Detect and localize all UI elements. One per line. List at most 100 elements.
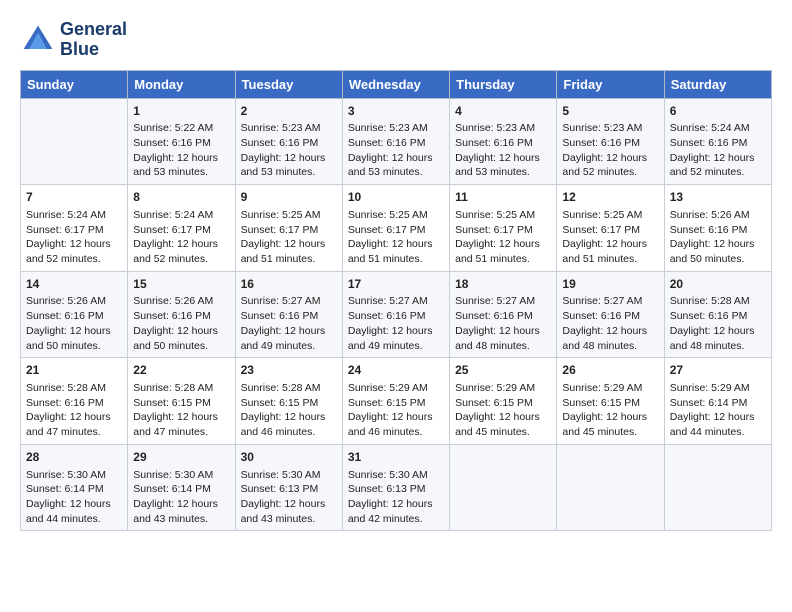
day-number: 4 bbox=[455, 103, 551, 120]
cell-4-6: 26 Sunrise: 5:29 AMSunset: 6:15 PMDayligh… bbox=[557, 358, 664, 445]
day-number: 26 bbox=[562, 362, 658, 379]
day-number: 20 bbox=[670, 276, 766, 293]
cell-info: Sunrise: 5:27 AMSunset: 6:16 PMDaylight:… bbox=[562, 294, 658, 353]
week-row-4: 21 Sunrise: 5:28 AMSunset: 6:16 PMDayligh… bbox=[21, 358, 772, 445]
day-number: 3 bbox=[348, 103, 444, 120]
cell-4-4: 24Sunrise: 5:29 AMSunset: 6:15 PMDayligh… bbox=[342, 358, 449, 445]
cell-5-1: 28 Sunrise: 5:30 AMSunset: 6:14 PMDayligh… bbox=[21, 444, 128, 531]
cell-5-7 bbox=[664, 444, 771, 531]
calendar-header: SundayMondayTuesdayWednesdayThursdayFrid… bbox=[21, 70, 772, 98]
cell-5-5 bbox=[450, 444, 557, 531]
day-number: 19 bbox=[562, 276, 658, 293]
day-number: 21 bbox=[26, 362, 122, 379]
cell-3-1: 14Sunrise: 5:26 AMSunset: 6:16 PMDayligh… bbox=[21, 271, 128, 358]
day-number: 28 bbox=[26, 449, 122, 466]
cell-3-7: 20Sunrise: 5:28 AMSunset: 6:16 PMDayligh… bbox=[664, 271, 771, 358]
column-header-saturday: Saturday bbox=[664, 70, 771, 98]
cell-3-6: 19Sunrise: 5:27 AMSunset: 6:16 PMDayligh… bbox=[557, 271, 664, 358]
day-number: 6 bbox=[670, 103, 766, 120]
cell-info: Sunrise: 5:26 AMSunset: 6:16 PMDaylight:… bbox=[26, 294, 122, 353]
cell-info: Sunrise: 5:30 AMSunset: 6:13 PMDaylight:… bbox=[241, 468, 337, 527]
cell-1-7: 6Sunrise: 5:24 AMSunset: 6:16 PMDaylight… bbox=[664, 98, 771, 185]
day-number: 16 bbox=[241, 276, 337, 293]
day-number: 23 bbox=[241, 362, 337, 379]
cell-2-6: 12Sunrise: 5:25 AMSunset: 6:17 PMDayligh… bbox=[557, 185, 664, 272]
logo: General Blue bbox=[20, 20, 127, 60]
calendar-table: SundayMondayTuesdayWednesdayThursdayFrid… bbox=[20, 70, 772, 532]
cell-info: Sunrise: 5:28 AMSunset: 6:15 PMDaylight:… bbox=[133, 381, 229, 440]
cell-2-3: 9 Sunrise: 5:25 AMSunset: 6:17 PMDaylight… bbox=[235, 185, 342, 272]
cell-4-7: 27Sunrise: 5:29 AMSunset: 6:14 PMDayligh… bbox=[664, 358, 771, 445]
cell-5-6 bbox=[557, 444, 664, 531]
cell-5-2: 29Sunrise: 5:30 AMSunset: 6:14 PMDayligh… bbox=[128, 444, 235, 531]
cell-info: Sunrise: 5:25 AMSunset: 6:17 PMDaylight:… bbox=[348, 208, 444, 267]
week-row-3: 14Sunrise: 5:26 AMSunset: 6:16 PMDayligh… bbox=[21, 271, 772, 358]
cell-info: Sunrise: 5:30 AMSunset: 6:13 PMDaylight:… bbox=[348, 468, 444, 527]
cell-2-5: 11 Sunrise: 5:25 AMSunset: 6:17 PMDayligh… bbox=[450, 185, 557, 272]
cell-info: Sunrise: 5:22 AMSunset: 6:16 PMDaylight:… bbox=[133, 121, 229, 180]
cell-1-1 bbox=[21, 98, 128, 185]
day-number: 13 bbox=[670, 189, 766, 206]
day-number: 29 bbox=[133, 449, 229, 466]
cell-info: Sunrise: 5:23 AMSunset: 6:16 PMDaylight:… bbox=[348, 121, 444, 180]
logo-icon bbox=[20, 22, 56, 58]
cell-3-4: 17Sunrise: 5:27 AMSunset: 6:16 PMDayligh… bbox=[342, 271, 449, 358]
cell-info: Sunrise: 5:28 AMSunset: 6:15 PMDaylight:… bbox=[241, 381, 337, 440]
page-header: General Blue bbox=[20, 20, 772, 60]
cell-info: Sunrise: 5:23 AMSunset: 6:16 PMDaylight:… bbox=[241, 121, 337, 180]
logo-text: General Blue bbox=[60, 20, 127, 60]
week-row-5: 28 Sunrise: 5:30 AMSunset: 6:14 PMDayligh… bbox=[21, 444, 772, 531]
cell-info: Sunrise: 5:29 AMSunset: 6:15 PMDaylight:… bbox=[562, 381, 658, 440]
cell-info: Sunrise: 5:28 AMSunset: 6:16 PMDaylight:… bbox=[670, 294, 766, 353]
column-header-wednesday: Wednesday bbox=[342, 70, 449, 98]
day-number: 2 bbox=[241, 103, 337, 120]
column-header-sunday: Sunday bbox=[21, 70, 128, 98]
day-number: 9 bbox=[241, 189, 337, 206]
cell-info: Sunrise: 5:26 AMSunset: 6:16 PMDaylight:… bbox=[133, 294, 229, 353]
day-number: 10 bbox=[348, 189, 444, 206]
cell-info: Sunrise: 5:23 AMSunset: 6:16 PMDaylight:… bbox=[562, 121, 658, 180]
day-number: 30 bbox=[241, 449, 337, 466]
cell-5-4: 31Sunrise: 5:30 AMSunset: 6:13 PMDayligh… bbox=[342, 444, 449, 531]
day-number: 22 bbox=[133, 362, 229, 379]
cell-info: Sunrise: 5:25 AMSunset: 6:17 PMDaylight:… bbox=[241, 208, 337, 267]
cell-4-1: 21 Sunrise: 5:28 AMSunset: 6:16 PMDayligh… bbox=[21, 358, 128, 445]
calendar-body: 1Sunrise: 5:22 AMSunset: 6:16 PMDaylight… bbox=[21, 98, 772, 531]
week-row-2: 7 Sunrise: 5:24 AMSunset: 6:17 PMDaylight… bbox=[21, 185, 772, 272]
cell-2-7: 13Sunrise: 5:26 AMSunset: 6:16 PMDayligh… bbox=[664, 185, 771, 272]
cell-info: Sunrise: 5:25 AMSunset: 6:17 PMDaylight:… bbox=[455, 208, 551, 267]
cell-4-2: 22 Sunrise: 5:28 AMSunset: 6:15 PMDayligh… bbox=[128, 358, 235, 445]
cell-info: Sunrise: 5:24 AMSunset: 6:17 PMDaylight:… bbox=[133, 208, 229, 267]
cell-info: Sunrise: 5:24 AMSunset: 6:16 PMDaylight:… bbox=[670, 121, 766, 180]
day-number: 7 bbox=[26, 189, 122, 206]
day-number: 1 bbox=[133, 103, 229, 120]
column-header-tuesday: Tuesday bbox=[235, 70, 342, 98]
cell-1-3: 2Sunrise: 5:23 AMSunset: 6:16 PMDaylight… bbox=[235, 98, 342, 185]
week-row-1: 1Sunrise: 5:22 AMSunset: 6:16 PMDaylight… bbox=[21, 98, 772, 185]
day-number: 15 bbox=[133, 276, 229, 293]
cell-info: Sunrise: 5:27 AMSunset: 6:16 PMDaylight:… bbox=[241, 294, 337, 353]
cell-2-2: 8Sunrise: 5:24 AMSunset: 6:17 PMDaylight… bbox=[128, 185, 235, 272]
cell-3-2: 15Sunrise: 5:26 AMSunset: 6:16 PMDayligh… bbox=[128, 271, 235, 358]
day-number: 17 bbox=[348, 276, 444, 293]
cell-info: Sunrise: 5:27 AMSunset: 6:16 PMDaylight:… bbox=[348, 294, 444, 353]
day-number: 18 bbox=[455, 276, 551, 293]
cell-info: Sunrise: 5:28 AMSunset: 6:16 PMDaylight:… bbox=[26, 381, 122, 440]
day-number: 5 bbox=[562, 103, 658, 120]
cell-info: Sunrise: 5:29 AMSunset: 6:14 PMDaylight:… bbox=[670, 381, 766, 440]
cell-1-4: 3Sunrise: 5:23 AMSunset: 6:16 PMDaylight… bbox=[342, 98, 449, 185]
column-header-thursday: Thursday bbox=[450, 70, 557, 98]
day-number: 14 bbox=[26, 276, 122, 293]
day-number: 25 bbox=[455, 362, 551, 379]
cell-info: Sunrise: 5:29 AMSunset: 6:15 PMDaylight:… bbox=[455, 381, 551, 440]
day-number: 12 bbox=[562, 189, 658, 206]
cell-1-5: 4Sunrise: 5:23 AMSunset: 6:16 PMDaylight… bbox=[450, 98, 557, 185]
cell-2-1: 7Sunrise: 5:24 AMSunset: 6:17 PMDaylight… bbox=[21, 185, 128, 272]
day-number: 11 bbox=[455, 189, 551, 206]
cell-1-6: 5Sunrise: 5:23 AMSunset: 6:16 PMDaylight… bbox=[557, 98, 664, 185]
cell-info: Sunrise: 5:30 AMSunset: 6:14 PMDaylight:… bbox=[26, 468, 122, 527]
cell-info: Sunrise: 5:23 AMSunset: 6:16 PMDaylight:… bbox=[455, 121, 551, 180]
cell-2-4: 10 Sunrise: 5:25 AMSunset: 6:17 PMDayligh… bbox=[342, 185, 449, 272]
cell-info: Sunrise: 5:27 AMSunset: 6:16 PMDaylight:… bbox=[455, 294, 551, 353]
cell-1-2: 1Sunrise: 5:22 AMSunset: 6:16 PMDaylight… bbox=[128, 98, 235, 185]
